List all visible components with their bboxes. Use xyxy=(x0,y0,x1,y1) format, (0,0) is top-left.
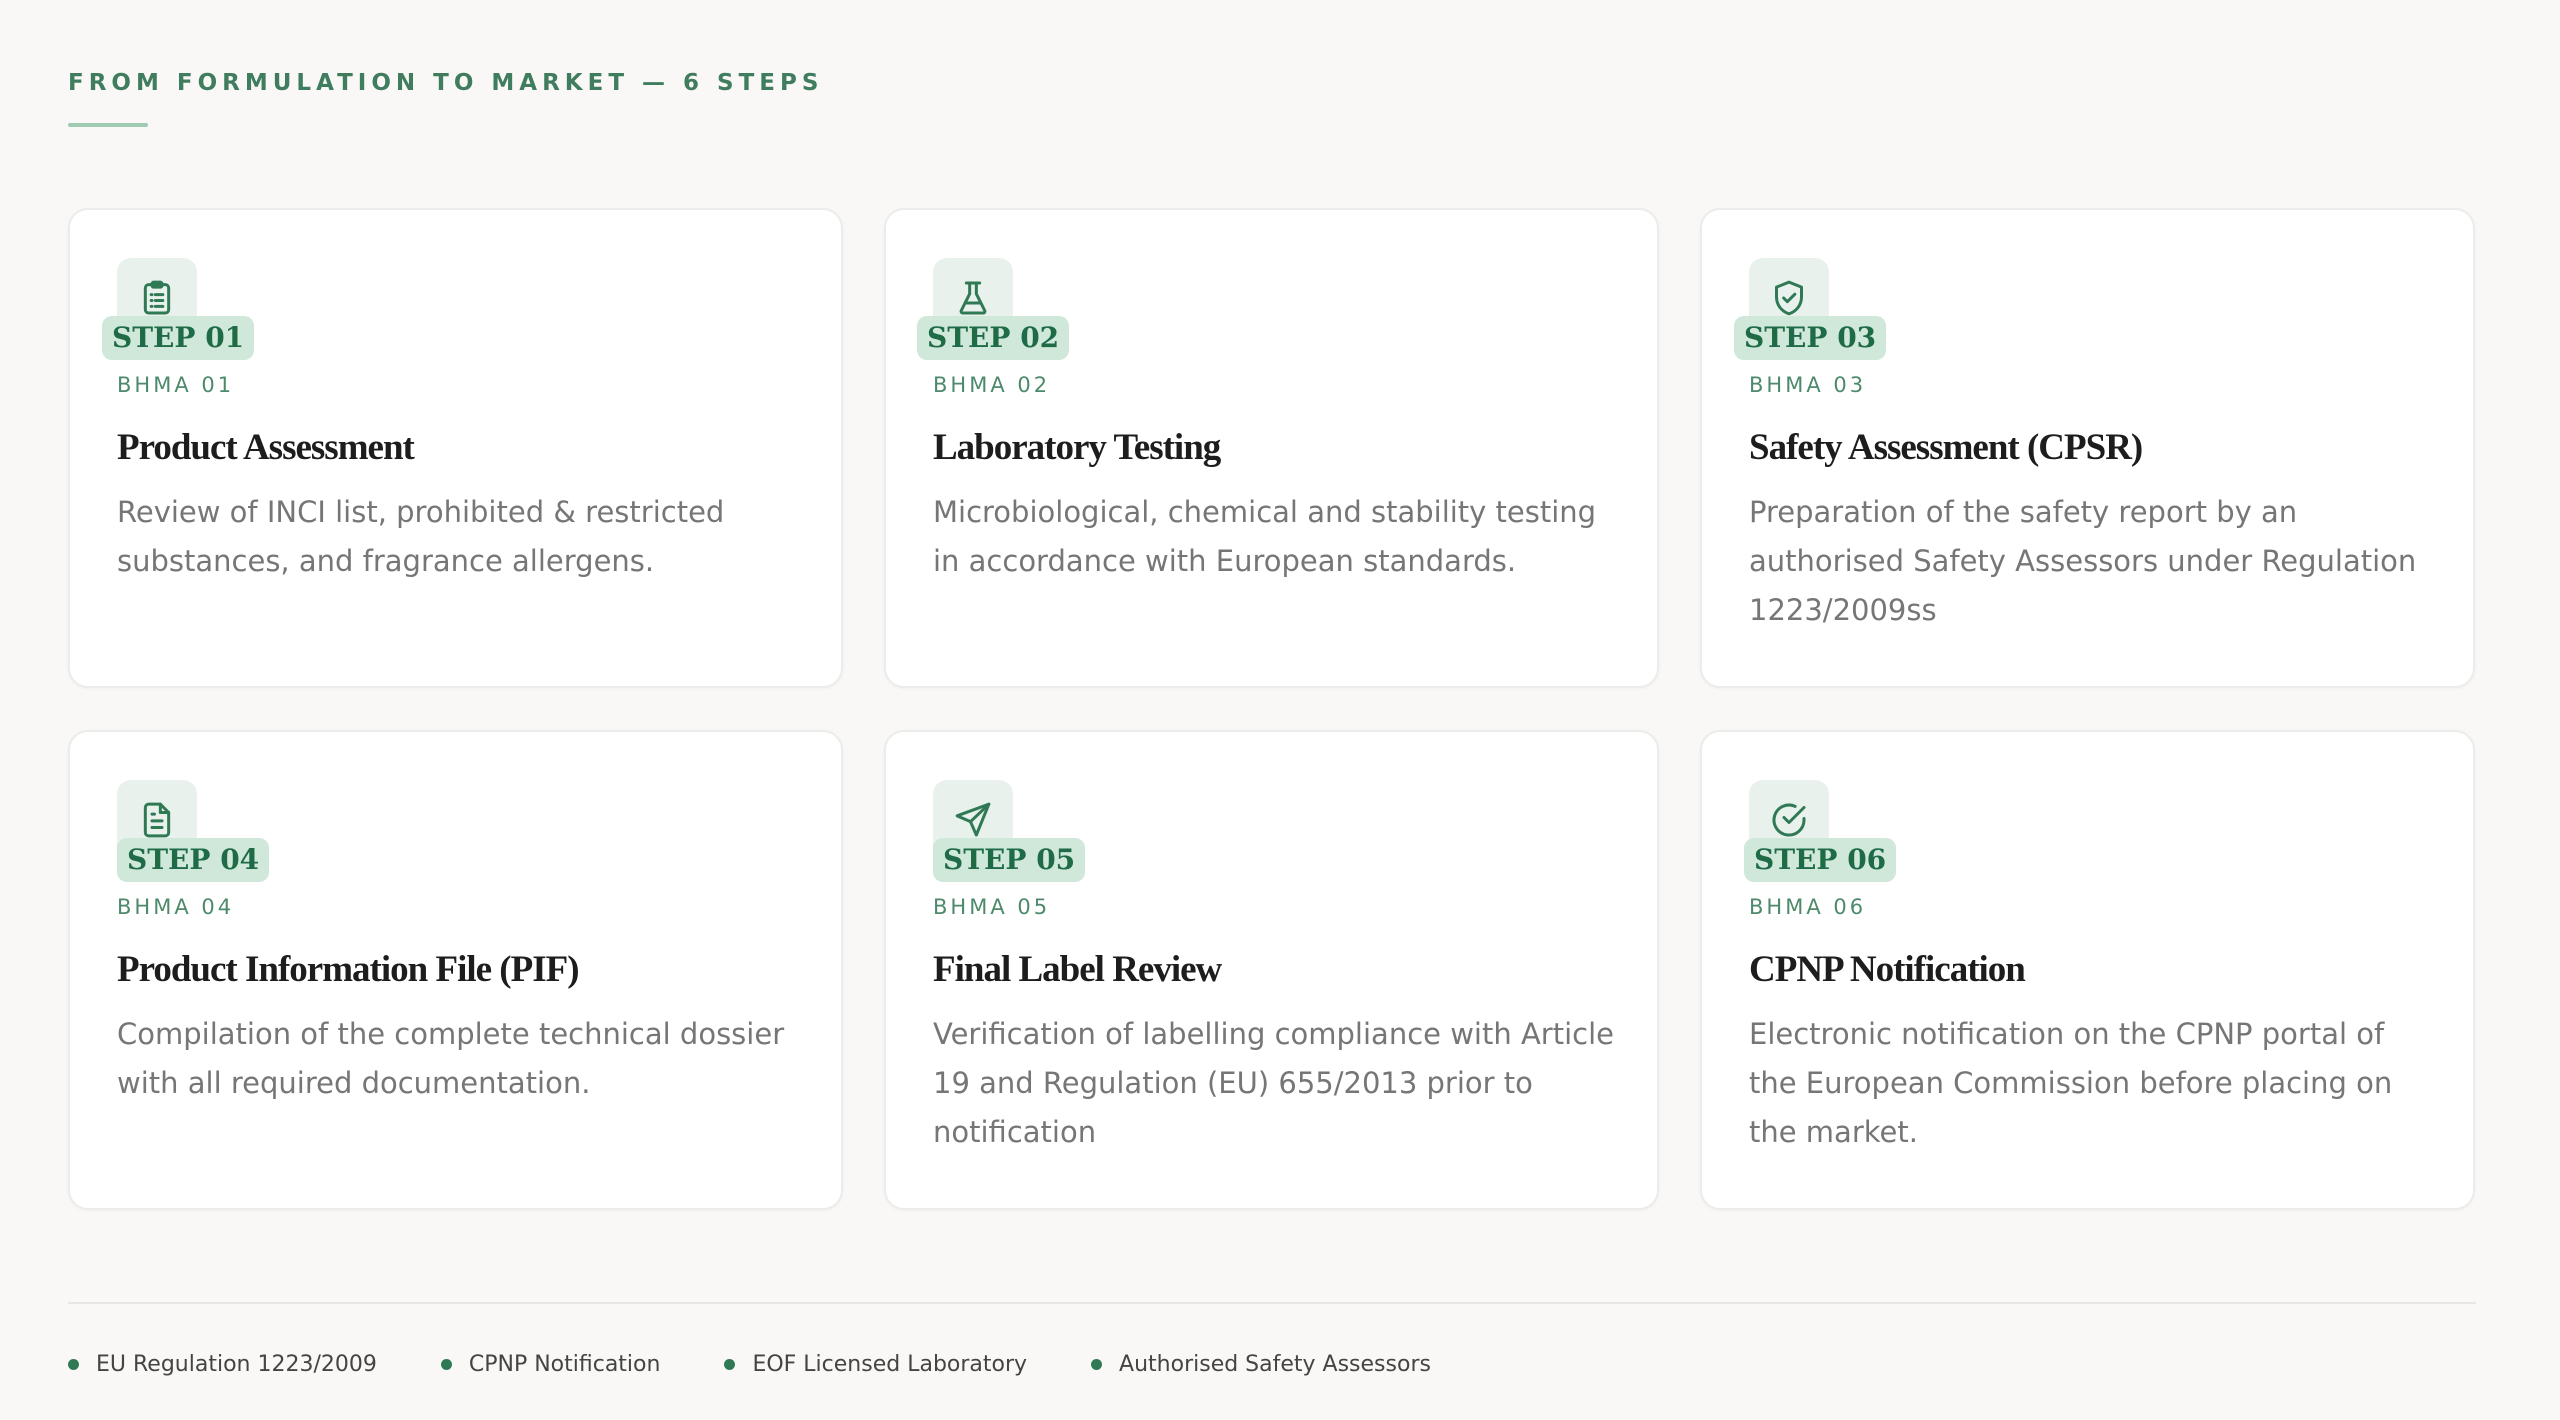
step-code: BHMA 03 xyxy=(1749,373,1867,397)
step-description: Microbiological, chemical and stability … xyxy=(933,495,1597,578)
bullet-dot-icon xyxy=(1091,1359,1103,1370)
step-description: Compilation of the complete technical do… xyxy=(117,1017,785,1100)
step-card: STEP 04 BHMA 04 Product Information File… xyxy=(68,730,843,1210)
step-card: STEP 05 BHMA 05 Final Label Review Verif… xyxy=(884,730,1659,1210)
step-code: BHMA 06 xyxy=(1749,895,1867,919)
step-badge: STEP 02 xyxy=(917,316,1070,360)
step-code: BHMA 02 xyxy=(933,373,1051,397)
footer-item: CPNP Notification xyxy=(440,1352,661,1377)
step-badge: STEP 05 xyxy=(933,838,1086,882)
footer-item: EU Regulation 1223/2009 xyxy=(68,1352,377,1377)
bullet-dot-icon xyxy=(440,1359,452,1370)
step-title: Laboratory Testing xyxy=(933,427,1221,468)
step-title: Product Information File (PIF) xyxy=(117,949,580,990)
step-title: Final Label Review xyxy=(933,949,1222,990)
step-badge: STEP 01 xyxy=(102,316,255,360)
steps-grid: STEP 01 BHMA 01 Product Assessment Revie… xyxy=(68,208,2476,1210)
step-card: STEP 03 BHMA 03 Safety Assessment (CPSR)… xyxy=(1700,208,2475,688)
footer-item: Authorised Safety Assessors xyxy=(1091,1352,1431,1377)
step-description: Verification of labelling compliance wit… xyxy=(933,1017,1614,1149)
step-code: BHMA 04 xyxy=(117,895,235,919)
step-title: Safety Assessment (CPSR) xyxy=(1749,427,2143,468)
footer-item-label: EOF Licensed Laboratory xyxy=(752,1352,1028,1377)
footer-item-label: EU Regulation 1223/2009 xyxy=(96,1352,377,1377)
step-badge: STEP 06 xyxy=(1744,838,1897,882)
step-card: STEP 01 BHMA 01 Product Assessment Revie… xyxy=(68,208,843,688)
step-description: Preparation of the safety report by an a… xyxy=(1749,495,2417,627)
bullet-dot-icon xyxy=(68,1359,79,1370)
section-eyebrow: FROM FORMULATION TO MARKET — 6 STEPS xyxy=(68,70,824,96)
footer-credentials: EU Regulation 1223/2009 CPNP Notificatio… xyxy=(68,1352,1495,1377)
step-card: STEP 06 BHMA 06 CPNP Notification Electr… xyxy=(1700,730,2475,1210)
eyebrow-underline xyxy=(68,123,148,127)
step-badge: STEP 03 xyxy=(1734,316,1887,360)
footer-item: EOF Licensed Laboratory xyxy=(724,1352,1027,1377)
step-description: Electronic notification on the CPNP port… xyxy=(1749,1017,2393,1149)
footer-item-label: Authorised Safety Assessors xyxy=(1119,1352,1431,1377)
bullet-dot-icon xyxy=(724,1359,736,1370)
step-code: BHMA 01 xyxy=(117,373,235,397)
step-card: STEP 02 BHMA 02 Laboratory Testing Micro… xyxy=(884,208,1659,688)
step-badge: STEP 04 xyxy=(117,838,270,882)
step-title: CPNP Notification xyxy=(1749,949,2026,990)
footer-item-label: CPNP Notification xyxy=(468,1352,661,1377)
process-section: FROM FORMULATION TO MARKET — 6 STEPS STE… xyxy=(68,0,2476,1420)
step-title: Product Assessment xyxy=(117,427,415,468)
step-description: Review of INCI list, prohibited & restri… xyxy=(117,495,725,578)
footer-divider xyxy=(68,1302,2476,1304)
step-code: BHMA 05 xyxy=(933,895,1051,919)
